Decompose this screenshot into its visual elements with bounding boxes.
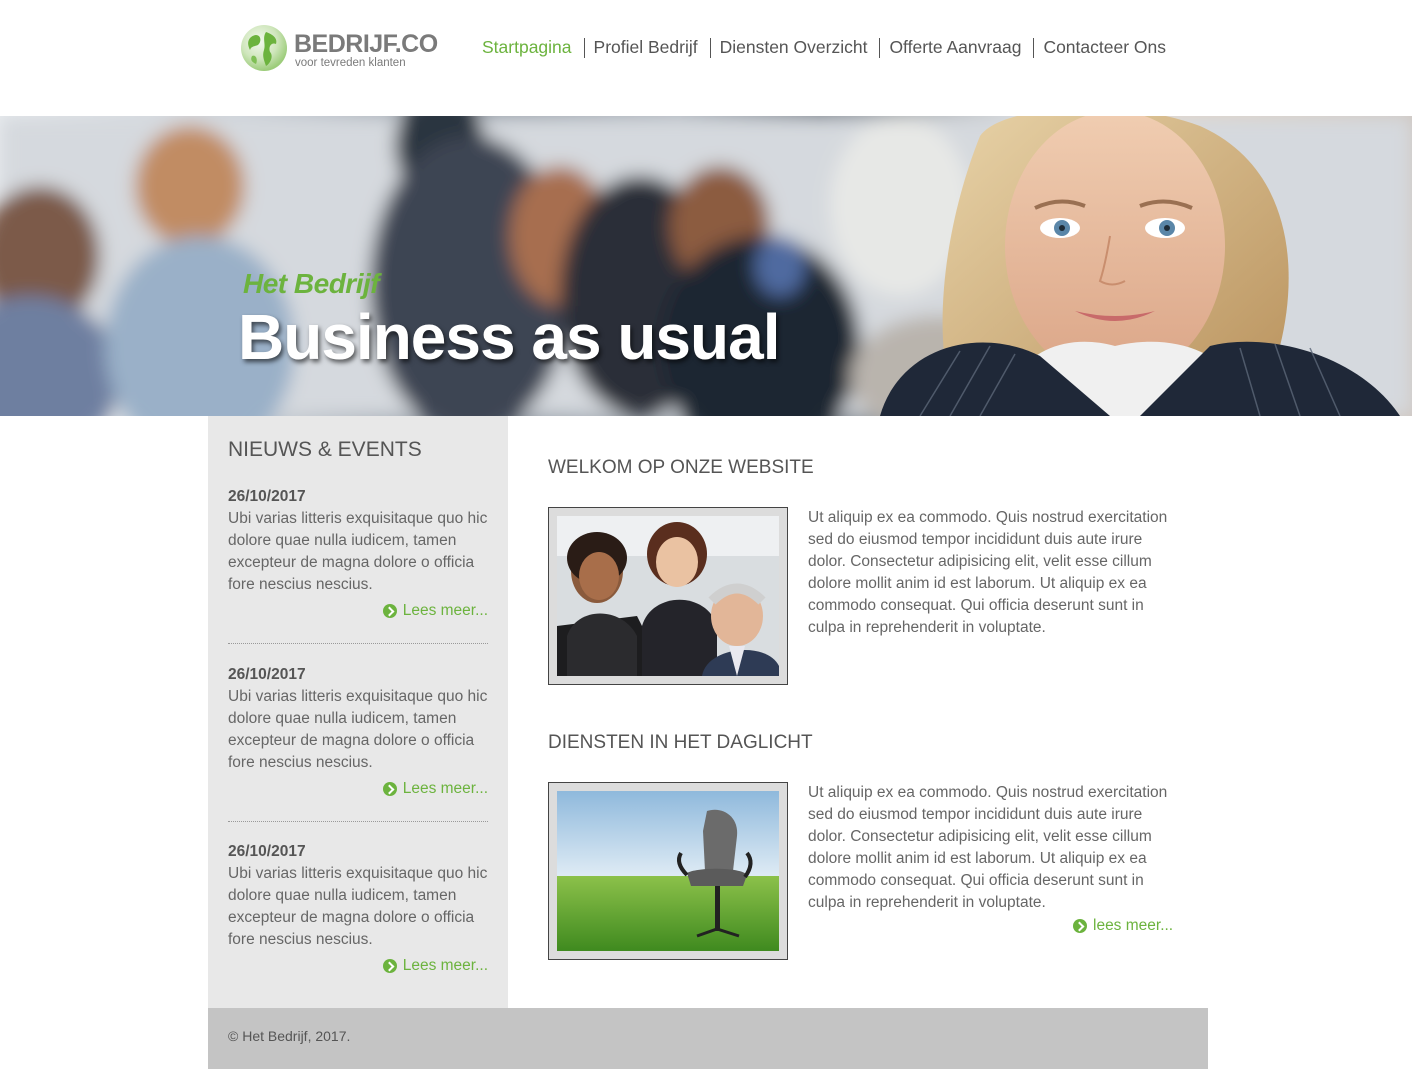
logo-name: BEDRIJF.CO [294, 30, 438, 58]
hero-title: Business as usual [238, 301, 780, 373]
main-nav: Startpagina Profiel Bedrijf Diensten Ove… [482, 37, 1166, 58]
welcome-photo-frame [548, 507, 788, 685]
news-read-more-link[interactable]: Lees meer... [403, 957, 488, 975]
services-read-more-link[interactable]: lees meer... [1093, 917, 1173, 935]
nav-offerte-aanvraag[interactable]: Offerte Aanvraag [889, 37, 1021, 58]
news-more: Lees meer... [228, 955, 488, 977]
news-more: Lees meer... [228, 600, 488, 622]
news-more: Lees meer... [228, 778, 488, 800]
welcome-heading: WELKOM OP ONZE WEBSITE [548, 457, 814, 478]
site-logo[interactable]: BEDRIJF.CO voor tevreden klanten [240, 24, 438, 76]
news-item: 26/10/2017 Ubi varias litteris exquisita… [228, 486, 488, 622]
services-photo-frame [548, 782, 788, 960]
nav-separator [709, 37, 711, 58]
nav-separator [879, 37, 881, 58]
nav-separator [583, 37, 585, 58]
nav-contacteer-ons[interactable]: Contacteer Ons [1043, 37, 1166, 58]
news-item: 26/10/2017 Ubi varias litteris exquisita… [228, 841, 488, 977]
welcome-text: Ut aliquip ex ea commodo. Quis nostrud e… [808, 509, 1168, 636]
news-divider [228, 643, 488, 644]
news-date: 26/10/2017 [228, 488, 306, 505]
arrow-right-circle-icon [382, 782, 397, 796]
nav-diensten-overzicht[interactable]: Diensten Overzicht [720, 37, 868, 58]
nav-startpagina[interactable]: Startpagina [482, 37, 572, 58]
arrow-right-circle-icon [1073, 919, 1087, 933]
news-item: 26/10/2017 Ubi varias litteris exquisita… [228, 664, 488, 800]
copyright-text: © Het Bedrijf, 2017. [228, 1028, 351, 1044]
arrow-right-circle-icon [382, 959, 397, 973]
sidebar-heading: NIEUWS & EVENTS [228, 438, 422, 461]
chair-photo [557, 791, 779, 951]
services-heading: DIENSTEN IN HET DAGLICHT [548, 732, 813, 753]
services-text: Ut aliquip ex ea commodo. Quis nostrud e… [808, 784, 1168, 911]
hero-banner: Het Bedrijf Business as usual [0, 116, 1412, 416]
services-more: lees meer... [1073, 917, 1173, 935]
logo-tagline: voor tevreden klanten [295, 57, 406, 69]
nav-profiel-bedrijf[interactable]: Profiel Bedrijf [594, 37, 698, 58]
news-divider [228, 821, 488, 822]
site-header: BEDRIJF.CO voor tevreden klanten Startpa… [0, 0, 1412, 116]
team-photo [557, 516, 779, 676]
news-date: 26/10/2017 [228, 666, 306, 683]
news-text: Ubi varias litteris exquisitaque quo hic… [228, 865, 488, 948]
news-text: Ubi varias litteris exquisitaque quo hic… [228, 688, 488, 771]
hero-subtitle: Het Bedrijf [243, 268, 380, 299]
news-sidebar: NIEUWS & EVENTS 26/10/2017 Ubi varias li… [208, 416, 508, 1008]
nav-separator [1033, 37, 1035, 58]
news-date: 26/10/2017 [228, 843, 306, 860]
site-footer: © Het Bedrijf, 2017. [208, 1008, 1208, 1069]
arrow-right-circle-icon [382, 604, 397, 618]
news-read-more-link[interactable]: Lees meer... [403, 780, 488, 798]
news-read-more-link[interactable]: Lees meer... [403, 602, 488, 620]
globe-icon [241, 25, 287, 71]
news-text: Ubi varias litteris exquisitaque quo hic… [228, 510, 488, 593]
